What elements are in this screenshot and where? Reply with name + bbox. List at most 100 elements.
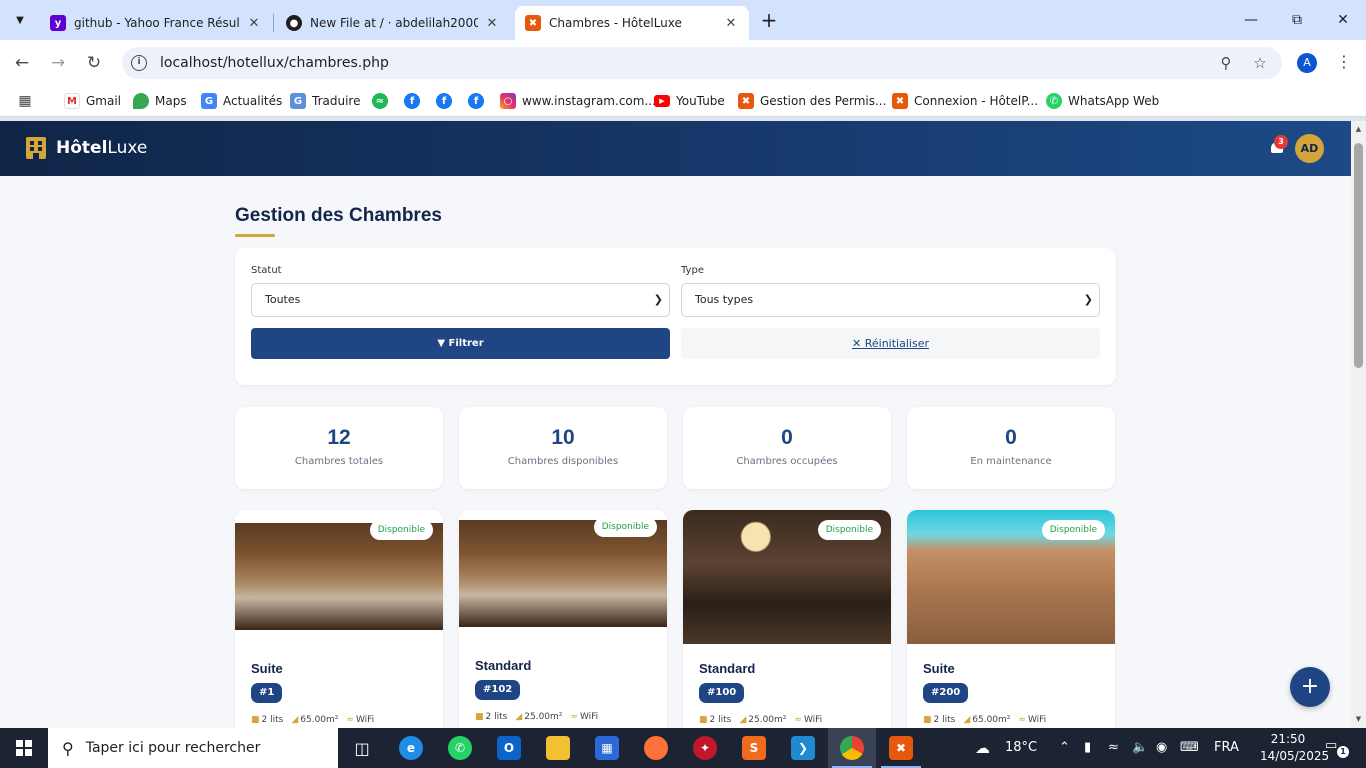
status-filter-label: Statut — [251, 265, 282, 276]
firefox-icon[interactable] — [644, 736, 668, 760]
bookmark-label: Actualités — [223, 94, 283, 108]
bookmark-connexion[interactable]: ✖ Connexion - HôtelP... — [892, 91, 1038, 111]
microsoft-store-icon[interactable]: ▦ — [595, 736, 619, 760]
reset-button-label: Réinitialiser — [864, 337, 929, 350]
site-info-icon[interactable]: i — [131, 55, 147, 71]
vscode-icon[interactable]: ❯ — [791, 736, 815, 760]
battery-icon[interactable]: ▮ — [1084, 728, 1091, 768]
wifi-icon: ≈ — [1018, 715, 1026, 725]
outlook-icon[interactable]: O — [497, 736, 521, 760]
brand-logo[interactable]: Hôtel Luxe — [26, 137, 147, 159]
notification-bell-icon[interactable]: 3 — [1270, 135, 1288, 155]
room-area: ◢ 25.00m² — [739, 715, 787, 725]
taskbar-clock[interactable]: 21:50 14/05/2025 — [1260, 731, 1329, 765]
camera-icon[interactable]: ◉ — [1156, 728, 1167, 768]
xampp-icon[interactable]: ✖ — [889, 736, 913, 760]
close-window-icon[interactable]: ✕ — [1331, 8, 1355, 32]
back-icon[interactable]: ← — [9, 50, 35, 76]
apps-grid-icon[interactable]: ▦ — [17, 91, 39, 111]
room-card[interactable]: Disponible Standard #102 ■ 2 lits ◢ 25.00m… — [459, 510, 667, 728]
minimize-icon[interactable]: — — [1239, 8, 1263, 32]
bookmark-translate[interactable]: G Traduire — [290, 91, 360, 111]
grid-icon: ▦ — [18, 93, 32, 109]
tab-github[interactable]: ● New File at / · abdelilah20005/a ✕ — [276, 6, 510, 40]
bed-icon: ■ — [699, 715, 708, 725]
tab-yahoo[interactable]: y github - Yahoo France Résultats ✕ — [40, 6, 272, 40]
facebook-icon: f — [436, 93, 452, 109]
menu-kebab-icon[interactable]: ⋮ — [1336, 52, 1352, 74]
bookmark-star-icon[interactable]: ☆ — [1248, 54, 1272, 72]
chrome-icon[interactable] — [840, 736, 864, 760]
zoom-icon[interactable]: ⚲ — [1214, 54, 1238, 72]
filter-button[interactable]: ▼ Filtrer — [251, 328, 670, 359]
bed-icon: ■ — [475, 712, 484, 722]
taskbar-search[interactable]: ⚲ Taper ici pour rechercher — [48, 728, 338, 768]
scroll-down-icon[interactable]: ▼ — [1354, 715, 1363, 723]
reset-button[interactable]: ✕ Réinitialiser — [681, 328, 1100, 359]
url-text[interactable]: localhost/hotellux/chambres.php — [160, 55, 1214, 71]
volume-icon[interactable]: 🔈 — [1132, 728, 1148, 768]
stat-occupied-rooms: 0 Chambres occupées — [683, 407, 891, 489]
bookmark-whatsapp[interactable]: ✆ WhatsApp Web — [1046, 91, 1159, 111]
bookmark-facebook-2[interactable]: f — [436, 91, 458, 111]
wifi-icon[interactable]: ≈ — [1108, 728, 1119, 768]
youtube-icon: ▶ — [654, 95, 670, 107]
chevron-up-icon[interactable]: ⌃ — [1059, 728, 1070, 768]
notification-center-icon[interactable]: ▭ 1 — [1325, 738, 1349, 758]
bed-icon: ■ — [251, 715, 260, 725]
room-beds: ■ 2 lits — [251, 715, 284, 725]
language-indicator[interactable]: FRA — [1214, 728, 1239, 768]
restore-icon[interactable]: ⧉ — [1285, 8, 1309, 32]
close-icon[interactable]: ✕ — [246, 16, 262, 31]
bookmark-spotify[interactable]: ≈ — [372, 91, 394, 111]
user-avatar[interactable]: AD — [1295, 134, 1324, 163]
bookmark-permis[interactable]: ✖ Gestion des Permis... — [738, 91, 886, 111]
start-button[interactable] — [0, 728, 48, 768]
keyboard-icon[interactable]: ⌨ — [1180, 728, 1199, 768]
close-icon: ✕ — [852, 337, 862, 350]
address-bar[interactable]: i localhost/hotellux/chambres.php ⚲ ☆ — [122, 47, 1282, 79]
page-scrollbar[interactable]: ▲ ▼ — [1351, 121, 1366, 728]
tab-chambres[interactable]: ✖ Chambres - HôtelLuxe ✕ — [515, 6, 749, 40]
tab-title: New File at / · abdelilah20005/a — [310, 16, 478, 30]
reload-icon[interactable]: ↻ — [81, 50, 107, 76]
close-icon[interactable]: ✕ — [484, 16, 500, 31]
room-card[interactable]: Disponible Suite #1 ■ 2 lits ◢ 65.00m² ≈ Wi… — [235, 510, 443, 728]
tab-title: Chambres - HôtelLuxe — [549, 16, 682, 30]
status-select[interactable]: Toutes ❯ — [251, 283, 670, 317]
bookmark-news[interactable]: G Actualités — [201, 91, 282, 111]
bookmark-youtube[interactable]: ▶ YouTube — [654, 91, 725, 111]
whatsapp-icon[interactable]: ✆ — [448, 736, 472, 760]
room-wifi: ≈ WiFi — [346, 715, 375, 725]
edge-icon[interactable]: e — [399, 736, 423, 760]
sublime-icon[interactable]: S — [742, 736, 766, 760]
close-icon[interactable]: ✕ — [723, 16, 739, 31]
app-red-icon[interactable]: ✦ — [693, 736, 717, 760]
add-room-button[interactable]: + — [1290, 667, 1330, 707]
status-badge: Disponible — [817, 520, 881, 540]
profile-avatar[interactable]: A — [1297, 53, 1317, 73]
bookmark-facebook-3[interactable]: f — [468, 91, 490, 111]
new-tab-button[interactable]: + — [758, 9, 780, 31]
task-view-icon[interactable]: ◫ — [350, 736, 374, 760]
room-card[interactable]: Disponible Standard #100 ■ 2 lits ◢ 25.00m… — [683, 510, 891, 728]
file-explorer-icon[interactable] — [546, 736, 570, 760]
weather-icon[interactable]: ☁ — [975, 728, 990, 768]
tab-search-button[interactable]: ▼ — [8, 8, 32, 32]
taskbar-search-placeholder: Taper ici pour rechercher — [85, 740, 261, 756]
bookmark-maps[interactable]: Maps — [133, 91, 187, 111]
scroll-up-icon[interactable]: ▲ — [1354, 125, 1363, 133]
type-select[interactable]: Tous types ❯ — [681, 283, 1100, 317]
whatsapp-icon: ✆ — [1046, 93, 1062, 109]
bookmark-facebook-1[interactable]: f — [404, 91, 426, 111]
stat-label: Chambres totales — [294, 456, 384, 467]
weather-temp[interactable]: 18°C — [1005, 728, 1037, 768]
stat-label: Chambres disponibles — [507, 456, 619, 467]
scroll-thumb[interactable] — [1354, 143, 1363, 368]
stat-value: 0 — [781, 426, 793, 449]
bookmark-gmail[interactable]: M Gmail — [64, 91, 121, 111]
room-card[interactable]: Disponible Suite #200 ■ 2 lits ◢ 65.00m² ≈… — [907, 510, 1115, 728]
bookmark-instagram[interactable]: ○ www.instagram.com... — [500, 91, 656, 111]
room-type: Standard — [475, 658, 532, 673]
forward-icon[interactable]: → — [45, 50, 71, 76]
